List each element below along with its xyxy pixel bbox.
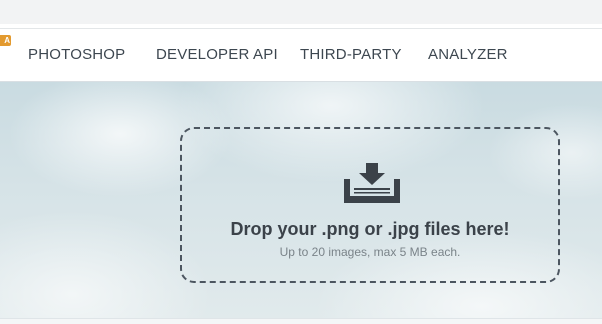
footer-strip bbox=[0, 318, 602, 324]
browser-top-strip bbox=[0, 0, 602, 24]
nav-item-developer-api[interactable]: DEVELOPER API bbox=[156, 46, 278, 63]
file-dropzone[interactable]: Drop your .png or .jpg files here! Up to… bbox=[180, 127, 560, 283]
nav-item-analyzer[interactable]: ANALYZER bbox=[428, 46, 508, 63]
main-nav: A PHOTOSHOP DEVELOPER API THIRD-PARTY AN… bbox=[0, 29, 602, 82]
hero-sky-background: Drop your .png or .jpg files here! Up to… bbox=[0, 82, 602, 318]
dropzone-subtitle: Up to 20 images, max 5 MB each. bbox=[279, 245, 461, 259]
dropzone-title: Drop your .png or .jpg files here! bbox=[230, 219, 510, 239]
nav-item-third-party[interactable]: THIRD-PARTY bbox=[300, 46, 402, 63]
nav-item-photoshop[interactable]: PHOTOSHOP bbox=[28, 46, 125, 63]
download-tray-icon bbox=[344, 163, 400, 203]
new-badge: A bbox=[0, 35, 11, 46]
